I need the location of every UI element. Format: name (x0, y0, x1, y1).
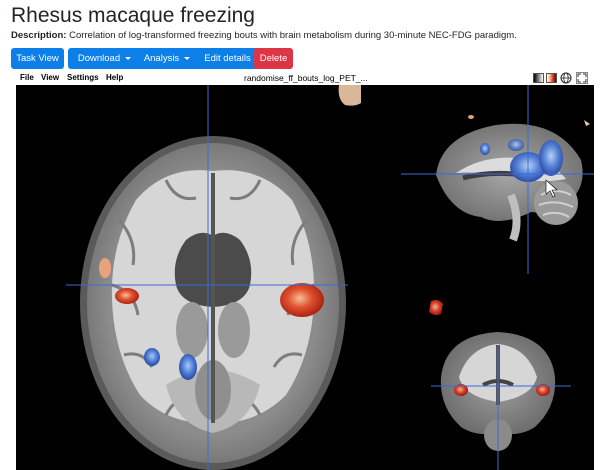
chevron-down-icon (184, 57, 191, 60)
colormap-hot-icon[interactable] (546, 73, 557, 83)
edit-details-button[interactable]: Edit details (194, 48, 261, 69)
delete-button[interactable]: Delete (254, 48, 293, 69)
page-title: Rhesus macaque freezing (11, 4, 255, 27)
menu-view[interactable]: View (41, 72, 59, 84)
download-label: Download (77, 53, 121, 64)
coronal-panel[interactable] (401, 277, 594, 470)
coronal-brain-image (429, 300, 571, 470)
viewer-panels (16, 85, 594, 470)
axial-panel[interactable] (16, 85, 398, 470)
sagittal-brain-image (401, 85, 594, 274)
sagittal-panel[interactable] (401, 85, 594, 274)
description-label: Description: (11, 30, 67, 41)
axial-brain-image (66, 85, 361, 470)
analysis-button[interactable]: Analysis (134, 48, 200, 69)
menu-help[interactable]: Help (106, 72, 123, 84)
menu-file[interactable]: File (20, 72, 34, 84)
chevron-down-icon (125, 57, 132, 60)
image-name: randomise_ff_bouts_log_PET_... (244, 73, 368, 83)
download-button[interactable]: Download (68, 48, 141, 69)
analysis-label: Analysis (143, 53, 180, 64)
task-view-button[interactable]: Task View (11, 48, 64, 69)
description-text: Correlation of log-transformed freezing … (66, 30, 517, 41)
colormap-gray-icon[interactable] (533, 73, 544, 83)
brain-viewer: File View Settings Help randomise_ff_bou… (16, 72, 594, 470)
menu-settings[interactable]: Settings (67, 72, 99, 84)
description: Description: Correlation of log-transfor… (11, 29, 517, 42)
viewer-menubar: File View Settings Help randomise_ff_bou… (16, 72, 594, 85)
